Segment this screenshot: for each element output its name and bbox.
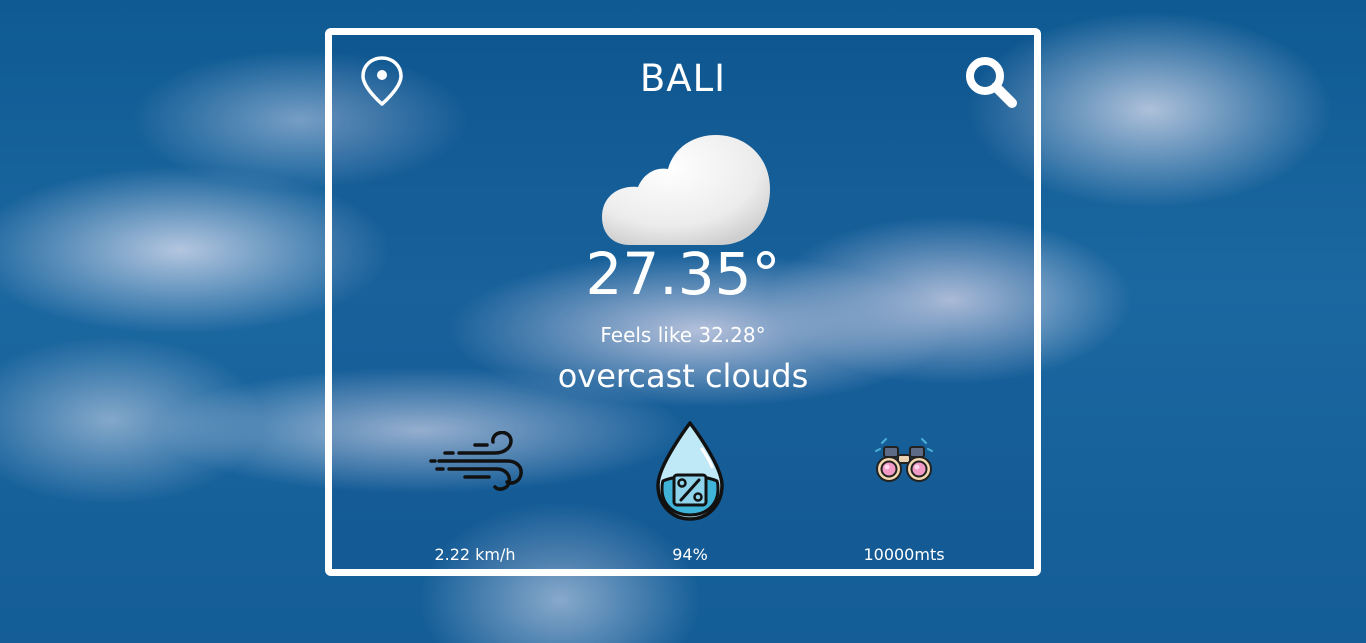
weather-description: overcast clouds	[557, 357, 809, 395]
humidity-value: 94%	[672, 545, 708, 564]
feels-like: Feels like 32.28°	[600, 323, 766, 347]
city-name: BALI	[639, 57, 727, 100]
wind-stat: 2.22 km/h	[395, 431, 555, 564]
temperature: 27.35°	[585, 240, 781, 308]
wind-icon	[429, 431, 523, 491]
cloud-icon	[602, 135, 770, 245]
humidity-stat: 94%	[610, 421, 770, 564]
visibility-value: 10000mts	[863, 545, 945, 564]
weather-card: BALI 27.35° Feels like 32.28° overcast c…	[325, 28, 1041, 576]
humidity-drop-icon	[656, 421, 724, 521]
search-icon[interactable]	[963, 54, 1019, 110]
visibility-stat: 10000mts	[824, 431, 984, 564]
binoculars-icon	[875, 438, 933, 482]
wind-speed: 2.22 km/h	[434, 545, 516, 564]
